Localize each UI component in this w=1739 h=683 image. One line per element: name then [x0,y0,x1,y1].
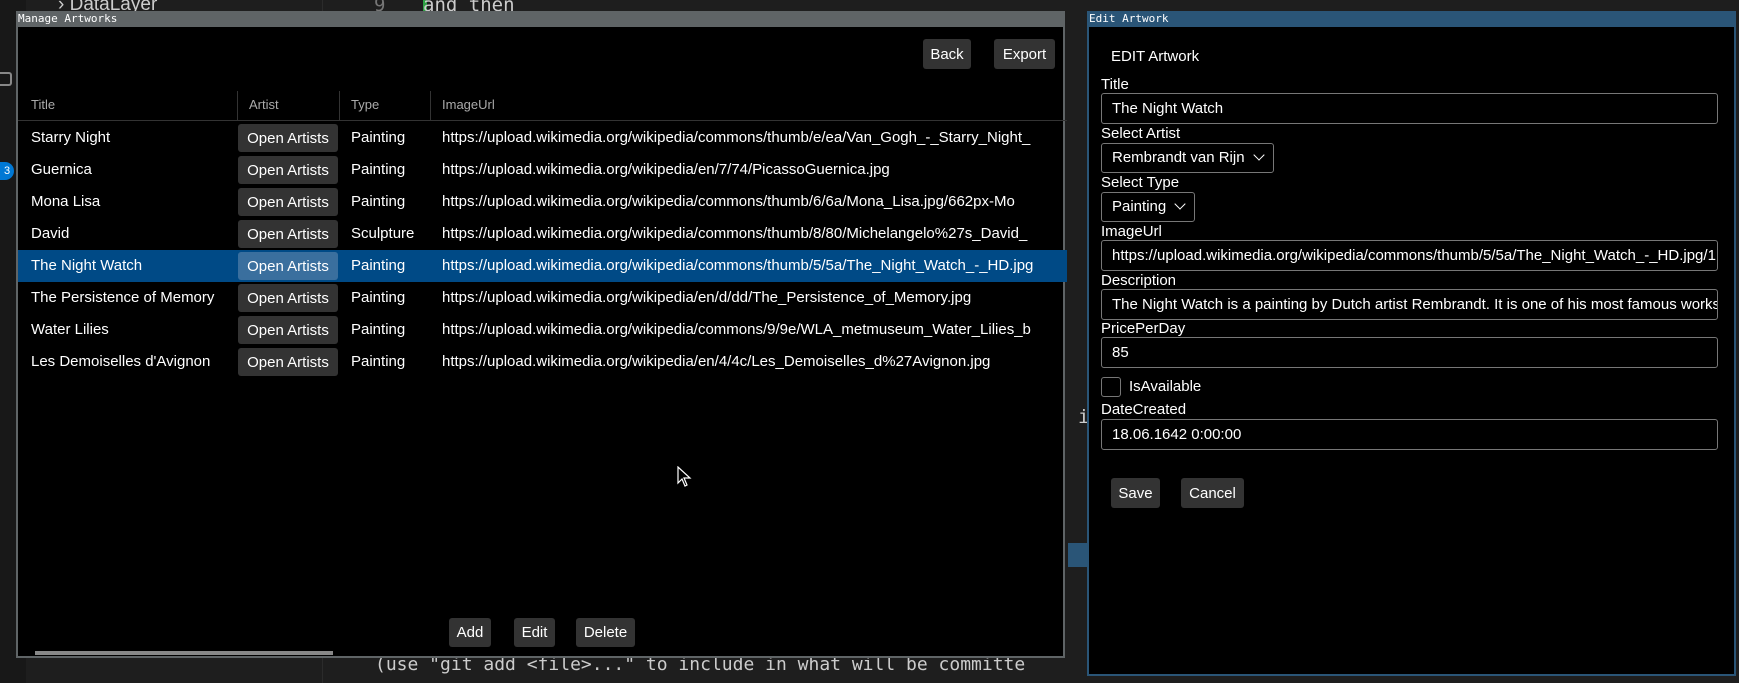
cell-imageurl: https://upload.wikimedia.org/wikipedia/c… [442,193,1015,210]
cancel-button[interactable]: Cancel [1181,478,1244,508]
export-button[interactable]: Export [994,39,1055,69]
ide-panel-tab [1068,543,1088,567]
cell-title: The Persistence of Memory [31,289,215,306]
delete-button[interactable]: Delete [576,618,635,647]
description-input[interactable]: The Night Watch is a painting by Dutch a… [1101,289,1718,320]
column-header-artist[interactable]: Artist [249,97,279,112]
open-artists-button[interactable]: Open Artists [238,156,338,184]
date-label: DateCreated [1101,401,1187,418]
cell-type: Painting [351,289,406,306]
extensions-icon[interactable] [0,72,12,86]
artist-select[interactable]: Rembrandt van Rijn [1101,143,1274,173]
window-title[interactable]: Edit Artwork [1087,11,1736,27]
column-divider[interactable] [339,91,340,121]
window-title[interactable]: Manage Artworks [16,11,1065,27]
edit-button[interactable]: Edit [514,618,555,647]
imageurl-label: ImageUrl [1101,223,1162,240]
open-artists-button[interactable]: Open Artists [238,316,338,344]
table-row[interactable]: The Night Watch Open Artists Painting ht… [18,250,1067,282]
type-label: Select Type [1101,174,1180,191]
table-row[interactable]: Les Demoiselles d'Avignon Open Artists P… [18,346,1067,378]
add-button[interactable]: Add [449,618,491,647]
column-header-title[interactable]: Title [31,97,55,112]
isavailable-label: IsAvailable [1129,378,1202,395]
isavailable-checkbox[interactable] [1101,377,1121,397]
cell-imageurl: https://upload.wikimedia.org/wikipedia/e… [442,353,991,370]
cell-imageurl: https://upload.wikimedia.org/wikipedia/c… [442,321,1031,338]
table-row[interactable]: Water Lilies Open Artists Painting https… [18,314,1067,346]
cell-type: Painting [351,353,406,370]
column-header-imageurl[interactable]: ImageUrl [442,97,495,112]
title-input[interactable]: The Night Watch [1101,93,1718,124]
cell-type: Painting [351,321,406,338]
chevron-down-icon [1174,198,1186,210]
cell-type: Painting [351,193,406,210]
cell-imageurl: https://upload.wikimedia.org/wikipedia/c… [442,129,1031,146]
cell-imageurl: https://upload.wikimedia.org/wikipedia/c… [442,257,1034,274]
cell-imageurl: https://upload.wikimedia.org/wikipedia/c… [442,225,1028,242]
open-artists-button[interactable]: Open Artists [238,284,338,312]
imageurl-input[interactable]: https://upload.wikimedia.org/wikipedia/c… [1101,240,1718,271]
cell-title: Guernica [31,161,92,178]
chevron-down-icon [1252,149,1265,161]
open-artists-button[interactable]: Open Artists [238,348,338,376]
price-label: PricePerDay [1101,320,1186,337]
price-input[interactable]: 85 [1101,337,1718,368]
form-heading: EDIT Artwork [1111,48,1200,65]
save-button[interactable]: Save [1111,478,1160,508]
artist-label: Select Artist [1101,125,1181,142]
cell-type: Sculpture [351,225,415,242]
cell-title: Water Lilies [31,321,109,338]
table-row[interactable]: The Persistence of Memory Open Artists P… [18,282,1067,314]
cell-imageurl: https://upload.wikimedia.org/wikipedia/e… [442,289,972,306]
edit-artwork-window: Edit Artwork EDIT Artwork Title The Nigh… [1087,11,1736,676]
table-row[interactable]: David Open Artists Sculpture https://upl… [18,218,1067,250]
cell-title: Mona Lisa [31,193,101,210]
cell-title: David [31,225,70,242]
artist-selected-value: Rembrandt van Rijn [1112,149,1245,166]
table-row[interactable]: Mona Lisa Open Artists Painting https://… [18,186,1067,218]
cell-type: Painting [351,257,406,274]
column-divider[interactable] [237,91,238,121]
mouse-cursor-icon [677,466,692,487]
cell-title: The Night Watch [31,257,143,274]
type-select[interactable]: Painting [1101,192,1196,222]
type-selected-value: Painting [1112,198,1167,215]
open-artists-button[interactable]: Open Artists [238,220,338,248]
cell-type: Painting [351,129,406,146]
cell-title: Starry Night [31,129,111,146]
table-row[interactable]: Guernica Open Artists Painting https://u… [18,154,1067,186]
header-divider [18,120,1067,121]
column-header-type[interactable]: Type [351,97,379,112]
open-artists-button[interactable]: Open Artists [238,252,338,280]
open-artists-button[interactable]: Open Artists [238,188,338,216]
open-artists-button[interactable]: Open Artists [238,124,338,152]
date-input[interactable]: 18.06.1642 0:00:00 [1101,419,1718,450]
cell-title: Les Demoiselles d'Avignon [31,353,211,370]
description-label: Description [1101,272,1177,289]
title-label: Title [1101,76,1129,93]
cell-imageurl: https://upload.wikimedia.org/wikipedia/e… [442,161,890,178]
manage-artworks-window: Manage Artworks Back Export Title Artist… [16,11,1067,658]
column-divider[interactable] [430,91,431,121]
back-button[interactable]: Back [923,39,971,69]
horizontal-scrollbar[interactable] [35,651,333,655]
cell-type: Painting [351,161,406,178]
table-row[interactable]: Starry Night Open Artists Painting https… [18,122,1067,154]
